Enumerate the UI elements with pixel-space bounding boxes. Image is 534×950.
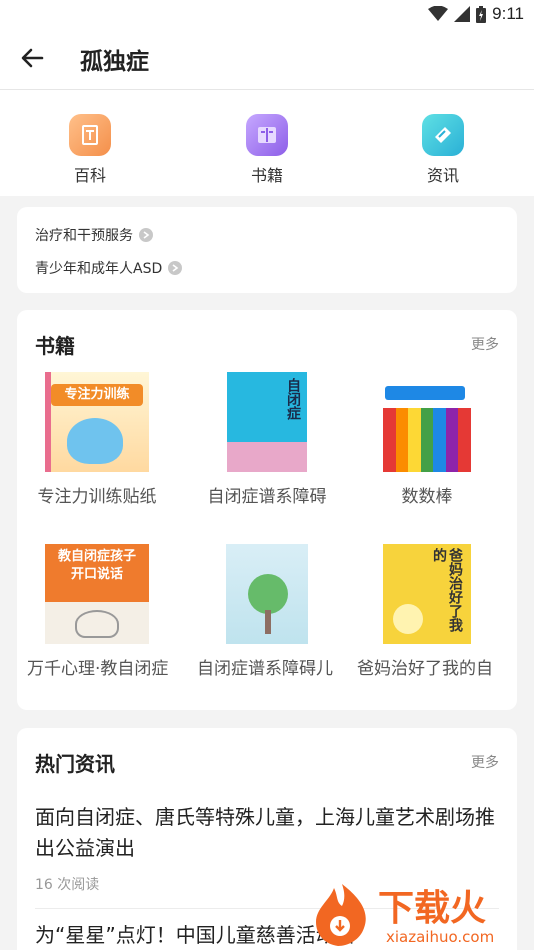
tag-adolescent-adult[interactable]: 青少年和成年人ASD xyxy=(35,258,183,278)
tag-label: 青少年和成年人ASD xyxy=(35,261,163,277)
status-bar: 9:11 xyxy=(0,0,534,28)
arrow-left-icon[interactable] xyxy=(18,44,46,72)
quick-nav-label: 百科 xyxy=(73,166,106,185)
book-title: 万千心理·教自闭症孩子开口说话 xyxy=(27,659,169,679)
book-cover-title: 自闭症 xyxy=(285,378,301,420)
book-cover: 自闭症 xyxy=(227,372,307,472)
tree-illustration xyxy=(248,574,288,614)
book-cover-title: 专注力训练 xyxy=(51,384,143,406)
encyclopedia-icon xyxy=(69,114,111,156)
status-time: 9:11 xyxy=(492,4,524,23)
book-cover xyxy=(379,372,475,472)
news-icon xyxy=(422,114,464,156)
book-item[interactable]: 自闭症谱系障碍儿童学习风格简介 xyxy=(187,544,347,684)
book-cover-illustration xyxy=(75,610,119,638)
topic-tags-card: 治疗和干预服务 青少年和成年人ASD xyxy=(17,207,517,293)
book-cover: 爸妈治好了我的 xyxy=(383,544,471,644)
book-icon xyxy=(246,114,288,156)
book-title: 数数棒 xyxy=(401,487,453,507)
news-more-link[interactable]: 更多 xyxy=(471,752,499,772)
book-title: 自闭症谱系障碍儿童学习风格简介 xyxy=(197,659,333,679)
book-cover: 教自闭症孩子开口说话 xyxy=(45,544,149,644)
book-title: 专注力训练贴纸 xyxy=(37,487,157,507)
book-cover: 专注力训练 xyxy=(45,372,149,472)
news-headline: 面向自闭症、唐氏等特殊儿童，上海儿童艺术剧场推出公益演出 xyxy=(35,805,495,860)
book-cover-illustration xyxy=(393,604,423,634)
watermark-logo: 下载火 xiazaihuo.com xyxy=(312,878,534,950)
book-item[interactable]: 爸妈治好了我的 爸妈治好了我的自闭症 xyxy=(347,544,507,684)
quick-nav: 百科 书籍 资讯 xyxy=(0,90,534,196)
book-item[interactable]: 教自闭症孩子开口说话 万千心理·教自闭症孩子开口说话 xyxy=(17,544,177,684)
quick-nav-label: 书籍 xyxy=(250,166,283,185)
book-title: 自闭症谱系障碍 xyxy=(207,487,327,507)
elephant-illustration xyxy=(67,418,123,464)
page-title: 孤独症 xyxy=(80,49,149,75)
book-item[interactable]: 专注力训练 专注力训练贴纸 xyxy=(17,372,177,510)
tree-trunk xyxy=(265,610,271,634)
book-item[interactable]: 数数棒 xyxy=(347,372,507,510)
chevron-right-icon xyxy=(139,228,153,242)
quick-nav-books[interactable]: 书籍 xyxy=(217,114,317,186)
book-cover xyxy=(226,544,308,644)
counting-sticks-illustration xyxy=(383,408,472,472)
section-title: 书籍 xyxy=(35,334,75,358)
book-title: 爸妈治好了我的自闭症 xyxy=(357,659,493,679)
tag-label: 治疗和干预服务 xyxy=(35,228,133,244)
chevron-right-icon xyxy=(168,261,183,275)
quick-nav-news[interactable]: 资讯 xyxy=(393,114,493,186)
section-title: 热门资讯 xyxy=(35,752,115,776)
book-spine xyxy=(45,372,51,472)
book-cover-decoration xyxy=(385,386,465,400)
book-cover-title: 教自闭症孩子开口说话 xyxy=(45,544,149,602)
tag-treatment[interactable]: 治疗和干预服务 xyxy=(35,225,153,245)
book-cover-band xyxy=(227,442,307,472)
watermark-url: xiazaihuo.com xyxy=(386,928,494,946)
books-section: 书籍 更多 专注力训练 专注力训练贴纸 自闭症 自闭症谱系障碍 数数棒 教自闭症… xyxy=(17,310,517,710)
quick-nav-encyclopedia[interactable]: 百科 xyxy=(40,114,140,186)
signal-icon xyxy=(454,6,471,22)
watermark-brand: 下载火 xyxy=(378,888,486,929)
app-bar: 孤独症 xyxy=(0,28,534,90)
book-item[interactable]: 自闭症 自闭症谱系障碍 xyxy=(187,372,347,510)
wifi-icon xyxy=(428,6,449,21)
battery-icon xyxy=(476,5,487,23)
quick-nav-label: 资讯 xyxy=(426,166,459,185)
books-more-link[interactable]: 更多 xyxy=(471,334,499,354)
book-cover-title: 爸妈治好了我的 xyxy=(431,548,463,632)
